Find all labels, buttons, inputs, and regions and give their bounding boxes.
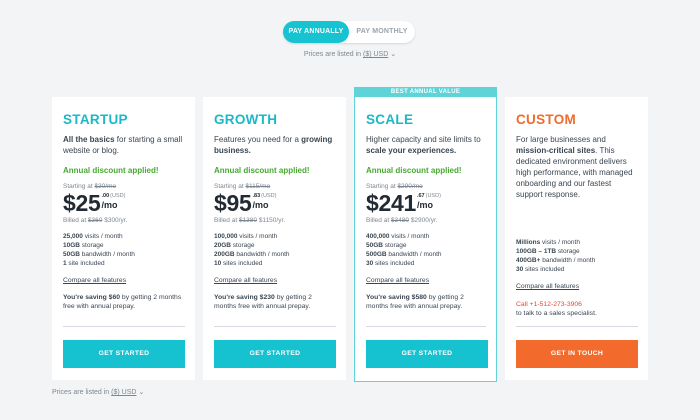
saving-text: You're saving $60 by getting 2 months fr… (63, 294, 182, 310)
plan-name: SCALE (366, 112, 414, 127)
compare-features-link[interactable]: Compare all features (516, 283, 638, 290)
phone-link[interactable]: Call +1-512-273-3906 (516, 300, 638, 309)
chevron-down-icon[interactable]: ⌄ (138, 389, 144, 396)
get-in-touch-button[interactable]: GET IN TOUCH (516, 340, 638, 368)
get-started-button[interactable]: GET STARTED (214, 340, 336, 368)
currency-note-bottom: Prices are listed in ($) USD ⌄ (52, 388, 144, 396)
discount-label: Annual discount applied! (63, 166, 159, 175)
pay-annually-option[interactable]: PAY ANNUALLY (283, 21, 349, 43)
plan-card-startup: STARTUP All the basics for starting a sm… (52, 97, 195, 380)
divider (63, 326, 185, 327)
divider (366, 326, 486, 327)
starting-price: Starting at $30/mo (63, 183, 117, 190)
divider (214, 326, 336, 327)
chevron-down-icon[interactable]: ⌄ (390, 51, 396, 58)
compare-features-link[interactable]: Compare all features (366, 277, 486, 284)
currency-selector[interactable]: ($) USD (363, 51, 388, 58)
plan-description: All the basics for starting a small webs… (63, 135, 183, 155)
feature-list: Millions visits / month 100GB – 1TB stor… (516, 238, 638, 274)
discount-label: Annual discount applied! (366, 166, 462, 175)
plan-description: For large businesses and mission-critica… (516, 135, 633, 199)
feature-item: 400GB+ bandwidth / month (516, 257, 596, 264)
compare-features-link[interactable]: Compare all features (214, 277, 336, 284)
feature-item: 50GB bandwidth / month (63, 251, 135, 258)
currency-prefix: Prices are listed in (303, 51, 362, 58)
currency-note-top: Prices are listed in ($) USD ⌄ (0, 50, 700, 58)
compare-features-link[interactable]: Compare all features (63, 277, 185, 284)
feature-item: Millions visits / month (516, 239, 580, 246)
saving-text: You're saving $230 by getting 2 months f… (214, 294, 312, 310)
price: $241 .67(USD)/mo (366, 190, 441, 216)
best-value-badge: BEST ANNUAL VALUE (354, 87, 497, 97)
feature-item: 400,000 visits / month (366, 233, 430, 240)
feature-item: 10GB storage (63, 242, 104, 249)
feature-item: 50GB storage (366, 242, 407, 249)
feature-item: 200GB bandwidth / month (214, 251, 290, 258)
plan-description: Higher capacity and site limits to scale… (366, 135, 481, 155)
plan-card-custom: CUSTOM For large businesses and mission-… (505, 97, 648, 380)
feature-item: 100GB – 1TB storage (516, 248, 580, 255)
feature-list: 400,000 visits / month 50GB storage 500G… (366, 232, 486, 268)
saving-text: You're saving $580 by getting 2 months f… (366, 294, 464, 310)
get-started-button[interactable]: GET STARTED (63, 340, 185, 368)
starting-price: Starting at $290/mo (366, 183, 423, 190)
billed-text: Billed at $360 $300/yr. (63, 217, 128, 224)
sales-contact: Call +1-512-273-3906 to talk to a sales … (516, 300, 638, 318)
feature-item: 10 sites included (214, 260, 263, 267)
price: $95 .83(USD)/mo (214, 190, 277, 216)
divider (516, 326, 638, 327)
feature-item: 100,000 visits / month (214, 233, 278, 240)
feature-item: 1 site included (63, 260, 105, 267)
feature-item: 25,000 visits / month (63, 233, 123, 240)
currency-selector[interactable]: ($) USD (111, 389, 136, 396)
feature-item: 30 sites included (366, 260, 415, 267)
get-started-button[interactable]: GET STARTED (366, 340, 488, 368)
plan-name: CUSTOM (516, 112, 577, 127)
billed-text: Billed at $3480 $2900/yr. (366, 217, 438, 224)
plan-name: STARTUP (63, 112, 128, 127)
feature-item: 500GB bandwidth / month (366, 251, 442, 258)
plan-description: Features you need for a growing business… (214, 135, 333, 155)
price: $25 .00(USD)/mo (63, 190, 126, 216)
plan-card-growth: GROWTH Features you need for a growing b… (203, 97, 346, 380)
feature-item: 20GB storage (214, 242, 255, 249)
plan-name: GROWTH (214, 112, 278, 127)
plan-card-scale: BEST ANNUAL VALUE SCALE Higher capacity … (354, 87, 497, 382)
currency-prefix: Prices are listed in (52, 389, 110, 396)
feature-list: 100,000 visits / month 20GB storage 200G… (214, 232, 336, 268)
discount-label: Annual discount applied! (214, 166, 310, 175)
pay-monthly-option[interactable]: PAY MONTHLY (349, 21, 415, 43)
billed-text: Billed at $1380 $1150/yr. (214, 217, 286, 224)
starting-price: Starting at $115/mo (214, 183, 271, 190)
feature-item: 30 sites included (516, 266, 565, 273)
billing-toggle[interactable]: PAY ANNUALLY PAY MONTHLY (283, 21, 415, 43)
feature-list: 25,000 visits / month 10GB storage 50GB … (63, 232, 185, 268)
